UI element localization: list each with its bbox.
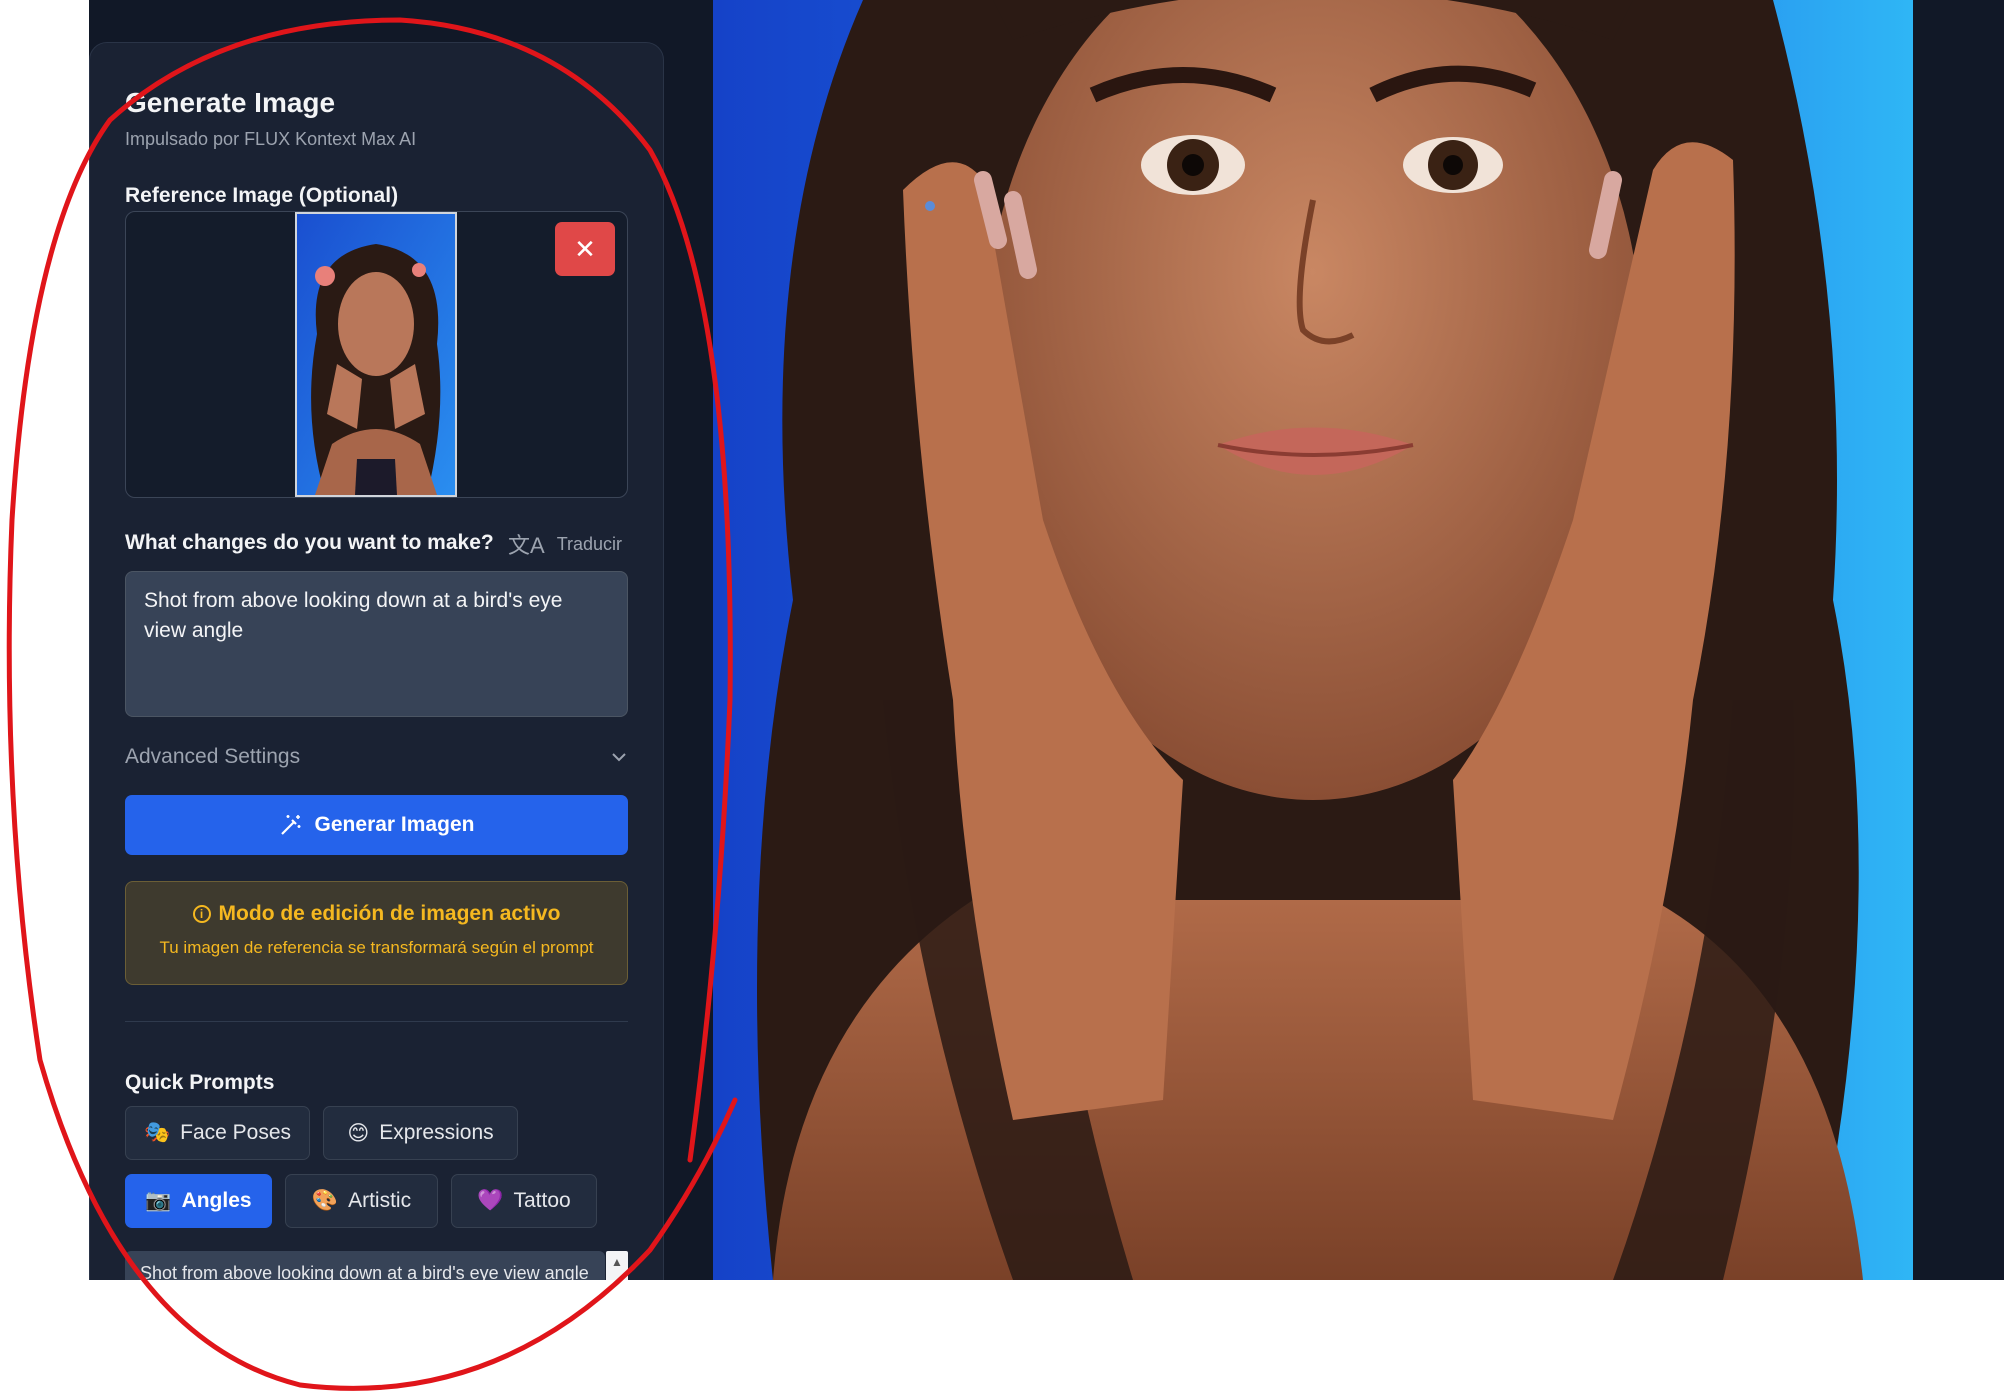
translate-icon: 文A — [508, 533, 545, 558]
info-icon: i — [192, 905, 211, 923]
translate-label: Traducir — [556, 533, 623, 554]
divider — [125, 1021, 628, 1022]
close-icon: ✕ — [574, 233, 596, 264]
app-frame: Generate Image Impulsado por FLUX Kontex… — [89, 0, 2004, 1280]
scrollbar-up-arrow[interactable]: ▲ — [606, 1251, 628, 1280]
chip-face-poses[interactable]: 🎭 Face Poses — [125, 1106, 310, 1160]
smiley-icon: 😊 — [347, 1121, 370, 1145]
magic-wand-icon — [280, 815, 301, 835]
chip-angles[interactable]: 📷 Angles — [125, 1174, 272, 1228]
panel-title: Generate Image — [125, 87, 336, 118]
quick-prompt-option[interactable]: Shot from above looking down at a bird's… — [125, 1251, 605, 1280]
changes-label: What changes do you want to make? — [125, 531, 494, 554]
camera-icon: 📷 — [145, 1189, 172, 1212]
quick-prompts-label: Quick Prompts — [125, 1071, 275, 1094]
chip-artistic[interactable]: 🎨 Artistic — [285, 1174, 438, 1228]
chip-label: Face Poses — [180, 1121, 292, 1144]
palette-icon: 🎨 — [311, 1189, 339, 1212]
edit-mode-notice: i Modo de edición de imagen activo Tu im… — [125, 881, 628, 985]
chip-label: Expressions — [379, 1121, 494, 1144]
translate-button[interactable]: 文A Traducir — [508, 528, 622, 560]
advanced-settings-toggle[interactable]: Advanced Settings — [125, 745, 628, 769]
notice-text: Tu imagen de referencia se transformará … — [159, 938, 594, 957]
reference-image-label: Reference Image (Optional) — [125, 184, 399, 207]
panel-subtitle: Impulsado por FLUX Kontext Max AI — [125, 129, 417, 149]
reference-image-dropzone[interactable]: ✕ — [125, 211, 628, 498]
generated-image-preview — [713, 0, 1913, 1280]
chip-label: Angles — [181, 1189, 252, 1212]
generate-image-label: Generar Imagen — [314, 813, 475, 836]
remove-reference-button[interactable]: ✕ — [555, 222, 615, 276]
notice-title: Modo de edición de imagen activo — [218, 902, 561, 925]
advanced-settings-label: Advanced Settings — [125, 745, 301, 768]
prompt-textarea[interactable]: Shot from above looking down at a bird's… — [125, 571, 628, 717]
reference-image-thumbnail — [295, 212, 457, 497]
generate-panel: Generate Image Impulsado por FLUX Kontex… — [89, 42, 664, 1280]
chevron-down-icon — [612, 753, 626, 762]
heart-icon: 💜 — [477, 1189, 504, 1212]
chip-label: Tattoo — [513, 1189, 571, 1212]
generate-image-button[interactable]: Generar Imagen — [125, 795, 628, 855]
chip-expressions[interactable]: 😊 Expressions — [323, 1106, 518, 1160]
chip-label: Artistic — [348, 1189, 412, 1212]
chip-tattoo[interactable]: 💜 Tattoo — [451, 1174, 597, 1228]
theater-masks-icon: 🎭 — [143, 1121, 171, 1144]
